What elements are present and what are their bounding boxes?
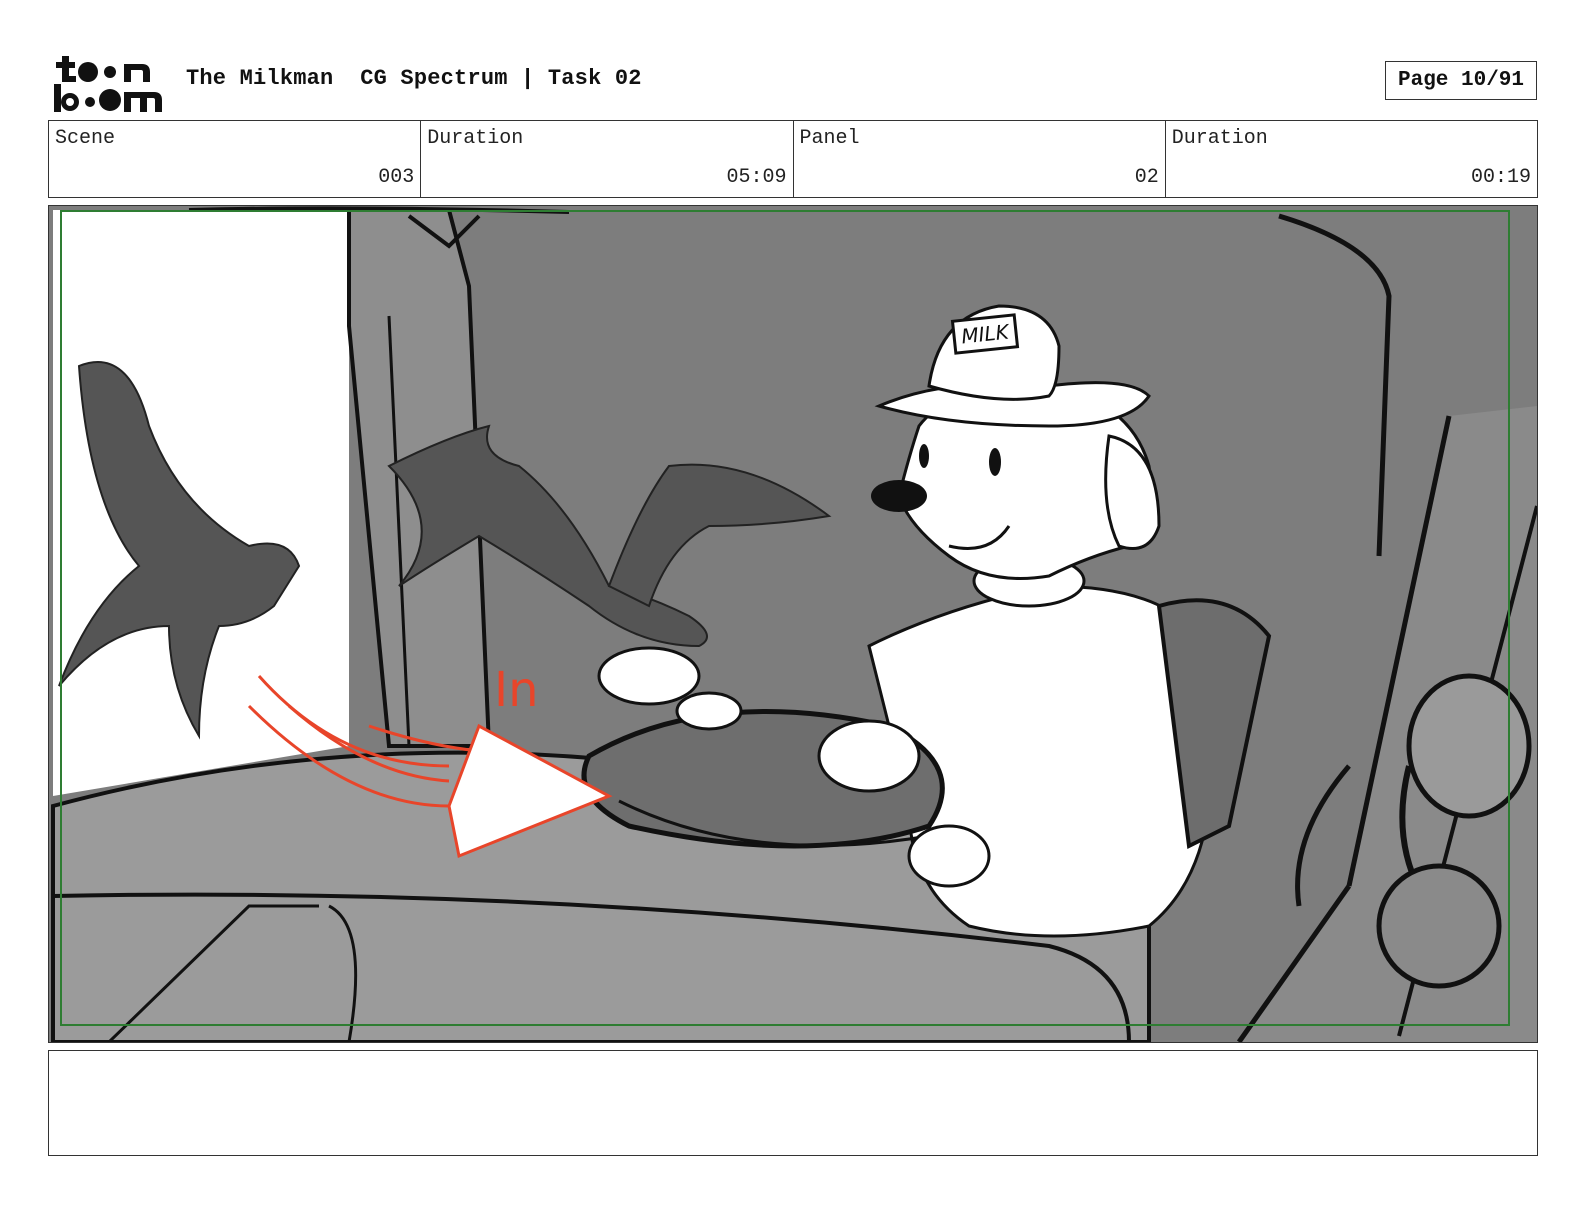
panel-label: Panel bbox=[799, 127, 860, 150]
panel-drawing: MILK In bbox=[49, 206, 1537, 1042]
scene-duration-cell: Duration 05:09 bbox=[421, 121, 794, 197]
panel-cell: Panel 02 bbox=[794, 121, 1166, 197]
panel-duration-cell: Duration 00:19 bbox=[1166, 121, 1537, 197]
scene-cell: Scene 003 bbox=[49, 121, 422, 197]
project-title: The Milkman CG Spectrum | Task 02 bbox=[186, 66, 642, 91]
panel-duration-label: Duration bbox=[1171, 127, 1268, 150]
scene-label: Scene bbox=[55, 127, 116, 150]
panel-value: 02 bbox=[1134, 166, 1159, 189]
page-indicator: Page 10/91 bbox=[1385, 61, 1537, 100]
scene-duration-value: 05:09 bbox=[726, 166, 787, 189]
toon-boom-logo bbox=[54, 56, 162, 112]
notes-box bbox=[48, 1050, 1538, 1156]
scene-value: 003 bbox=[378, 166, 415, 189]
storyboard-panel: MILK In bbox=[48, 205, 1538, 1043]
scene-duration-label: Duration bbox=[427, 127, 524, 150]
panel-duration-value: 00:19 bbox=[1470, 166, 1531, 189]
scene-info-table: Scene 003 Duration 05:09 Panel 02 Durati… bbox=[48, 120, 1538, 198]
cap-badge-text: MILK bbox=[960, 319, 1012, 348]
motion-annotation: In bbox=[494, 662, 539, 718]
